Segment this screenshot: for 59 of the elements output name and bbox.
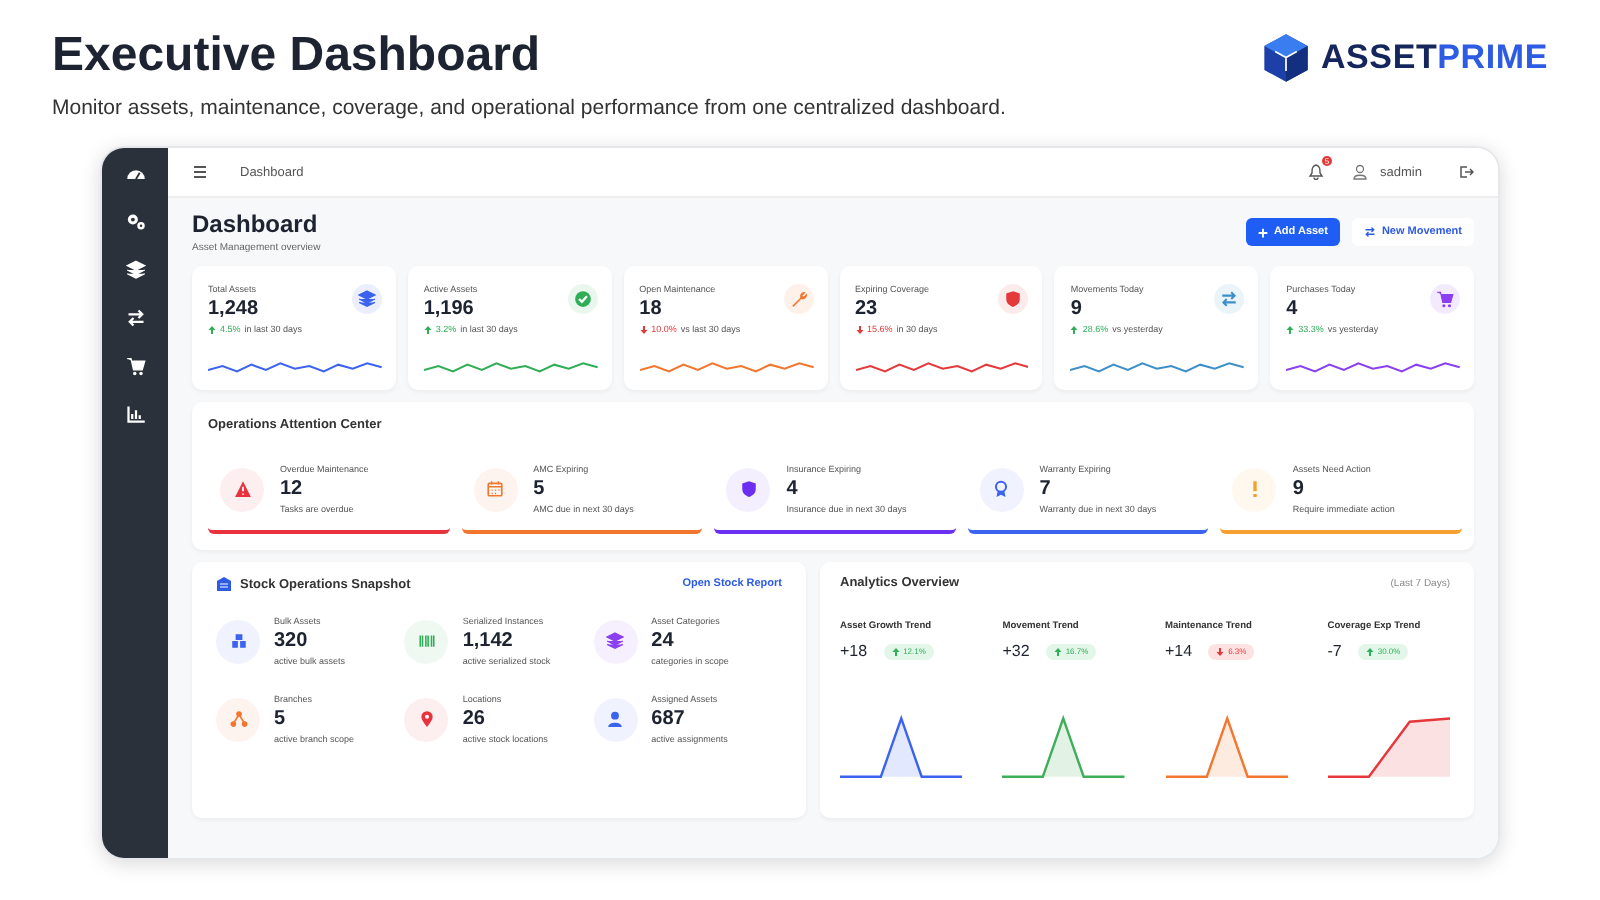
page-heading: Executive Dashboard	[52, 28, 543, 84]
kpi-value: 1,248	[208, 298, 259, 320]
trend-chart	[840, 712, 963, 780]
stat-value: 26	[462, 708, 487, 730]
trend-value: +18	[840, 642, 868, 660]
swap-arrows-icon	[1220, 290, 1239, 308]
bar-chart-icon[interactable]	[125, 404, 145, 424]
stat-value: 1,142	[462, 630, 515, 652]
gauge-icon[interactable]	[125, 164, 145, 184]
logout-icon[interactable]	[1458, 164, 1474, 180]
cube-logo-icon	[1260, 32, 1313, 84]
user-icon	[606, 710, 625, 728]
calendar-icon	[486, 480, 505, 498]
network-icon	[229, 710, 247, 728]
cart-icon[interactable]	[125, 356, 145, 376]
kpi-value: 9	[1070, 298, 1084, 320]
cart-icon	[1436, 290, 1454, 308]
warehouse-icon	[216, 576, 232, 592]
alert-value: 4	[786, 478, 800, 500]
swap-arrows-icon	[1363, 226, 1376, 238]
alert-value: 12	[280, 478, 305, 500]
menu-icon[interactable]	[192, 164, 208, 180]
trend-value: +14	[1165, 642, 1193, 660]
wrench-icon	[789, 290, 807, 308]
swap-arrows-icon[interactable]	[125, 308, 145, 328]
trend-chart	[1002, 712, 1125, 780]
kpi-value: 1,196	[423, 298, 476, 320]
stat-value: 687	[651, 708, 687, 730]
gears-icon[interactable]	[125, 212, 145, 232]
layers-icon[interactable]	[125, 260, 145, 280]
location-pin-icon	[417, 710, 436, 728]
trend-value: -7	[1327, 642, 1342, 660]
award-icon	[992, 480, 1011, 498]
layers-icon	[357, 290, 376, 308]
kpi-value: 4	[1286, 298, 1300, 320]
warning-icon	[233, 480, 251, 498]
barcode-icon	[417, 632, 436, 650]
alert-value: 9	[1292, 478, 1306, 500]
trend-chart	[1327, 712, 1450, 780]
plus-icon	[1257, 227, 1268, 237]
kpi-value: 18	[639, 298, 664, 320]
brand-name: ASSETPRIME	[1320, 38, 1548, 78]
stat-value: 320	[274, 630, 310, 652]
trend-chart	[1165, 712, 1288, 780]
layers-icon	[606, 632, 625, 650]
page-description: Monitor assets, maintenance, coverage, and operational performance from one centralized dashboard.	[52, 96, 1008, 120]
dashboard-title: Dashboard	[192, 210, 320, 238]
boxes-icon	[229, 632, 247, 650]
alert-value: 5	[533, 478, 547, 500]
kpi-value: 23	[855, 298, 880, 320]
shield-icon	[739, 480, 758, 498]
alert-value: 7	[1039, 478, 1053, 500]
bell-icon[interactable]	[1308, 164, 1325, 180]
stat-value: 5	[274, 708, 288, 730]
user-icon	[1352, 164, 1369, 180]
trend-value: +32	[1002, 642, 1030, 660]
check-icon	[573, 290, 592, 308]
shield-icon	[1004, 290, 1023, 308]
stat-value: 24	[651, 630, 676, 652]
